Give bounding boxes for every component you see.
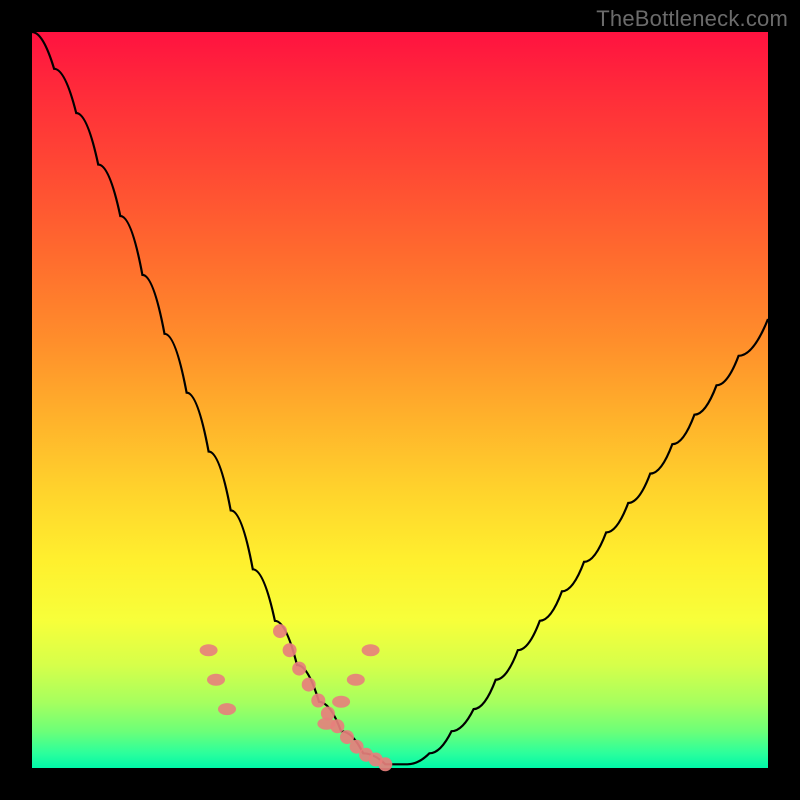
highlight-blob	[362, 644, 380, 656]
highlight-blob	[207, 674, 225, 686]
highlight-dot	[302, 678, 316, 692]
highlight-dot	[311, 694, 325, 708]
main-curve	[32, 32, 768, 764]
watermark-text: TheBottleneck.com	[596, 6, 788, 32]
highlight-blob	[218, 703, 236, 715]
bottleneck-curve-path	[32, 32, 768, 764]
highlight-blob	[347, 674, 365, 686]
plot-area	[32, 32, 768, 768]
curve-svg	[32, 32, 768, 768]
highlight-blob	[200, 644, 218, 656]
highlight-dot	[292, 662, 306, 676]
highlight-dot	[283, 643, 297, 657]
highlight-dot	[273, 624, 287, 638]
highlight-dot	[378, 757, 392, 771]
highlight-blob	[317, 718, 335, 730]
highlight-blob	[332, 696, 350, 708]
highlight-dots	[200, 624, 393, 771]
outer-frame: TheBottleneck.com	[0, 0, 800, 800]
